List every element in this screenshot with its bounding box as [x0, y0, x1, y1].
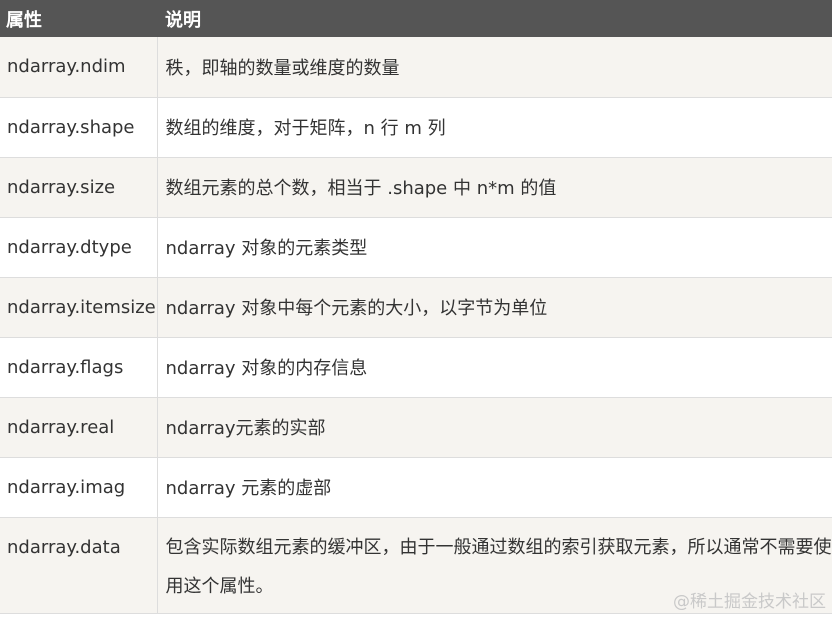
attribute-cell: ndarray.ndim	[0, 37, 158, 98]
watermark-text: @稀土掘金技术社区	[673, 592, 826, 612]
table-row: ndarray.shape 数组的维度，对于矩阵，n 行 m 列	[0, 97, 832, 158]
description-cell: ndarray 对象的元素类型	[157, 217, 832, 278]
attribute-cell: ndarray.itemsize	[0, 277, 158, 338]
attribute-cell: ndarray.flags	[0, 337, 158, 398]
table-header: 属性 说明	[0, 0, 832, 37]
table-row: ndarray.size 数组元素的总个数，相当于 .shape 中 n*m 的…	[0, 157, 832, 218]
attribute-cell: ndarray.shape	[0, 97, 158, 158]
description-cell: ndarray元素的实部	[157, 397, 832, 458]
description-cell: ndarray 对象的内存信息	[157, 337, 832, 398]
table-body: ndarray.ndim 秩，即轴的数量或维度的数量 ndarray.shape…	[0, 37, 832, 614]
attribute-cell: ndarray.size	[0, 157, 158, 218]
description-cell: 数组元素的总个数，相当于 .shape 中 n*m 的值	[157, 157, 832, 218]
attribute-cell: ndarray.imag	[0, 457, 158, 518]
description-cell: ndarray 对象中每个元素的大小，以字节为单位	[157, 277, 832, 338]
table-row: ndarray.dtype ndarray 对象的元素类型	[0, 217, 832, 278]
table-row: ndarray.imag ndarray 元素的虚部	[0, 457, 832, 518]
attribute-cell: ndarray.data	[0, 517, 158, 614]
attribute-cell: ndarray.real	[0, 397, 158, 458]
table-row: ndarray.real ndarray元素的实部	[0, 397, 832, 458]
description-cell: ndarray 元素的虚部	[157, 457, 832, 518]
description-cell: 数组的维度，对于矩阵，n 行 m 列	[157, 97, 832, 158]
table-row: ndarray.flags ndarray 对象的内存信息	[0, 337, 832, 398]
attribute-cell: ndarray.dtype	[0, 217, 158, 278]
header-row: 属性 说明	[0, 0, 832, 37]
header-attribute: 属性	[0, 0, 157, 37]
table-row: ndarray.ndim 秩，即轴的数量或维度的数量	[0, 37, 832, 98]
attributes-table: 属性 说明 ndarray.ndim 秩，即轴的数量或维度的数量 ndarray…	[0, 0, 832, 614]
header-description: 说明	[157, 0, 832, 37]
table-row: ndarray.itemsize ndarray 对象中每个元素的大小，以字节为…	[0, 277, 832, 338]
description-cell: 秩，即轴的数量或维度的数量	[157, 37, 832, 98]
